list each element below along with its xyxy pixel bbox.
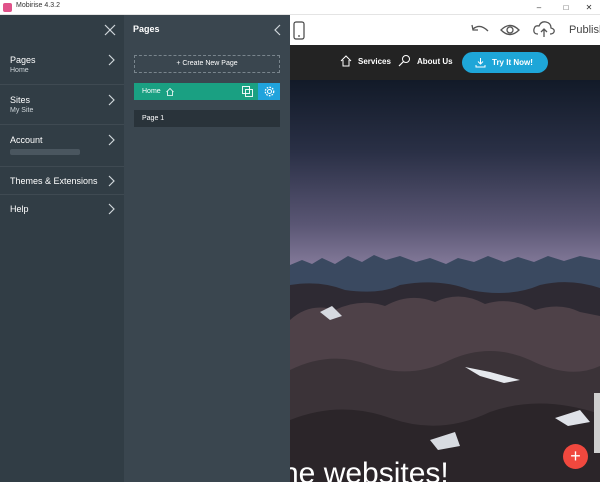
- page-item-page1[interactable]: Page 1: [134, 110, 280, 127]
- sidebar-item-help[interactable]: Help: [0, 195, 124, 225]
- sidebar-item-label: Pages: [10, 55, 36, 65]
- sidebar-item-themes[interactable]: Themes & Extensions: [0, 167, 124, 195]
- undo-icon[interactable]: [470, 23, 490, 37]
- title-bar: Mobirise 4.3.2 – □ ✕: [0, 0, 600, 15]
- site-preview: ne websites! Services About Us Try It No…: [290, 45, 600, 482]
- sidebar-item-label: Account: [10, 135, 43, 145]
- nav-services-link[interactable]: Services: [358, 57, 391, 66]
- mountain-image: [290, 255, 600, 482]
- sidebar-item-sublabel: Home: [10, 67, 29, 74]
- publish-button[interactable]: Publish: [569, 24, 600, 36]
- home-icon: [166, 88, 174, 96]
- try-it-now-label: Try It Now!: [492, 58, 533, 67]
- sidebar-item-pages[interactable]: Pages Home: [0, 45, 124, 85]
- chevron-right-icon: [108, 94, 115, 106]
- hero-background: ne websites!: [290, 80, 600, 482]
- create-new-page-button[interactable]: + Create New Page: [134, 55, 280, 73]
- duplicate-page-icon[interactable]: [242, 86, 253, 97]
- maximize-icon[interactable]: □: [555, 0, 577, 15]
- preview-scrollbar[interactable]: [594, 393, 600, 453]
- sidebar-item-label: Sites: [10, 95, 31, 105]
- cloud-upload-icon[interactable]: [533, 21, 555, 38]
- chevron-right-icon: [108, 134, 115, 146]
- search-icon: [398, 55, 410, 67]
- chevron-left-icon[interactable]: [274, 24, 281, 36]
- mobile-icon[interactable]: [293, 21, 305, 40]
- main-sidebar: Pages Home Sites My Site Account Themes …: [0, 15, 124, 482]
- page-item-label: Page 1: [142, 115, 165, 122]
- window-title: Mobirise 4.3.2: [16, 2, 60, 9]
- sidebar-item-label: Themes & Extensions: [10, 176, 98, 186]
- minimize-icon[interactable]: –: [528, 0, 550, 15]
- close-window-icon[interactable]: ✕: [578, 0, 600, 15]
- gear-icon: [264, 86, 275, 97]
- nav-about-link[interactable]: About Us: [417, 57, 453, 66]
- pages-panel: Pages + Create New Page Home Page 1: [124, 15, 290, 482]
- sidebar-item-sublabel: My Site: [10, 107, 34, 114]
- sidebar-item-account[interactable]: Account: [0, 125, 124, 167]
- chevron-right-icon: [108, 203, 115, 215]
- eye-icon[interactable]: [500, 23, 520, 37]
- app-logo-icon: [3, 3, 12, 12]
- chevron-right-icon: [108, 175, 115, 187]
- page-item-label: Home: [142, 88, 161, 95]
- sidebar-item-label: Help: [10, 204, 29, 214]
- close-icon[interactable]: [104, 24, 116, 36]
- try-it-now-button[interactable]: Try It Now!: [462, 52, 548, 73]
- page-settings-button[interactable]: [258, 83, 280, 100]
- sidebar-item-sites[interactable]: Sites My Site: [0, 85, 124, 125]
- editor-toolbar: Publish: [290, 15, 600, 45]
- page-item-home[interactable]: Home: [134, 83, 280, 100]
- account-email-blurred: [10, 149, 80, 155]
- hero-headline: ne websites!: [290, 457, 449, 482]
- home-icon: [340, 55, 352, 67]
- chevron-right-icon: [108, 54, 115, 66]
- pages-panel-title: Pages: [133, 24, 160, 34]
- site-navbar: Services About Us Try It Now!: [290, 45, 600, 80]
- download-icon: [475, 58, 486, 68]
- add-block-button[interactable]: +: [563, 444, 588, 469]
